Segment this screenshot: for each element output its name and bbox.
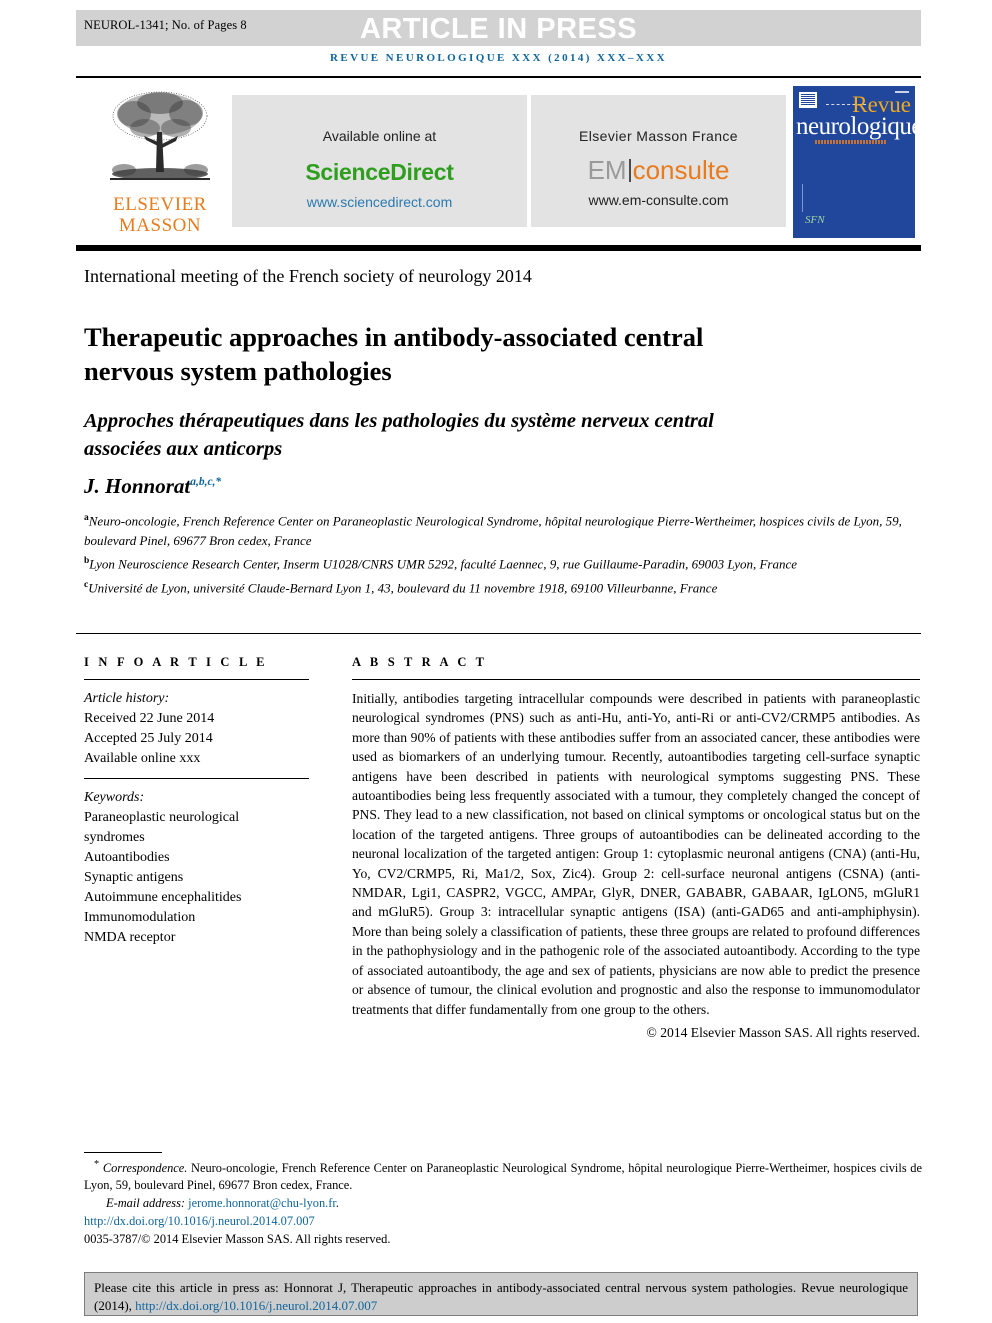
page-title-french: Approches thérapeutiques dans les pathol…: [84, 410, 714, 460]
author-affiliation-marks: a,b,c,*: [190, 476, 222, 488]
email-address-link[interactable]: jerome.honnorat@chu-lyon.fr: [188, 1196, 336, 1210]
abstract-copyright: © 2014 Elsevier Masson SAS. All rights r…: [646, 1024, 921, 1040]
affiliation-item: aNeuro-oncologie, French Reference Cente…: [84, 508, 924, 551]
correspondence-mark: *: [94, 1159, 100, 1170]
em-consulte-box: Elsevier Masson France EM consulte www.em…: [531, 95, 786, 227]
sciencedirect-wordmark: ScienceDirect: [305, 159, 454, 185]
elsevier-tree-icon: [110, 91, 210, 180]
abstract-heading-rule: [352, 679, 920, 680]
sciencedirect-box: Available online at ScienceDirect www.sc…: [232, 95, 527, 227]
article-in-press-title: ARTICLE IN PRESS: [359, 13, 638, 45]
article-info-column: I N F O A R T I C L E Article history: R…: [84, 655, 309, 948]
affiliation-item: bLyon Neuroscience Research Center, Inse…: [84, 551, 924, 574]
correspondence-address: Neuro-oncologie, French Reference Center…: [84, 1161, 922, 1193]
abstract-heading: A B S T R A C T: [352, 655, 488, 669]
issn-copyright-line: 0035-3787/© 2014 Elsevier Masson SAS. Al…: [84, 1232, 391, 1247]
keywords-label: Keywords:: [84, 790, 145, 805]
affiliation-text: Université de Lyon, université Claude-Be…: [88, 579, 718, 595]
cite-this-article-box: Please cite this article in press as: Ho…: [84, 1272, 918, 1316]
em-logo-em-text: EM: [587, 155, 627, 185]
info-article-heading: I N F O A R T I C L E: [84, 655, 268, 669]
affiliation-text: Lyon Neuroscience Research Center, Inser…: [89, 556, 798, 572]
em-logo-divider: [628, 159, 631, 182]
em-logo-consulte-text: consulte: [632, 155, 730, 185]
sciencedirect-url-link[interactable]: www.sciencedirect.com: [232, 194, 527, 210]
header-rule-bottom: [76, 245, 921, 251]
keyword-item: Autoimmune encephalitides: [84, 890, 242, 905]
meeting-subtitle: International meeting of the French soci…: [84, 266, 532, 286]
elsevier-wordmark: ELSEVIER: [113, 194, 207, 215]
affiliations-list: aNeuro-oncologie, French Reference Cente…: [84, 508, 924, 598]
history-received: Received 22 June 2014: [84, 711, 215, 726]
header-rule-top: [76, 76, 921, 78]
email-note: E-mail address: jerome.honnorat@chu-lyon…: [106, 1196, 339, 1211]
info-heading-rule: [84, 679, 309, 680]
history-available-online: Available online xxx: [84, 751, 201, 766]
em-consulte-url-link[interactable]: www.em-consulte.com: [531, 192, 786, 208]
doi-link[interactable]: http://dx.doi.org/10.1016/j.neurol.2014.…: [84, 1213, 922, 1230]
affiliation-item: cUniversité de Lyon, université Claude-B…: [84, 575, 924, 598]
footnote-block: * Correspondence. Neuro-oncologie, Frenc…: [84, 1156, 922, 1248]
article-in-press-banner: NEUROL-1341; No. of Pages 8 ARTICLE IN P…: [76, 10, 921, 46]
history-accepted: Accepted 25 July 2014: [84, 731, 213, 746]
keyword-item: Synaptic antigens: [84, 870, 184, 885]
abstract-column: A B S T R A C T Initially, antibodies ta…: [352, 655, 920, 1041]
keyword-item: Paraneoplastic neurological: [84, 810, 240, 825]
available-online-label: Available online at: [322, 128, 437, 144]
page-title: Therapeutic approaches in antibody-assoc…: [84, 321, 704, 386]
affiliation-text: Neuro-oncologie, French Reference Center…: [84, 513, 902, 549]
history-keywords-rule: [84, 778, 309, 779]
keyword-item: Immunomodulation: [84, 910, 196, 925]
journal-cover-thumbnail: Revue neurologique SFN: [793, 86, 915, 238]
section-divider-rule: [76, 633, 921, 634]
cover-title-neurologique: neurologique: [796, 113, 915, 140]
cover-spine-line: [802, 184, 803, 212]
keyword-item: syndromes: [84, 830, 145, 845]
elsevier-masson-france-label: Elsevier Masson France: [579, 128, 738, 144]
abstract-text: Initially, antibodies targeting intracel…: [352, 691, 920, 1017]
cover-subtitle-band: [815, 140, 887, 144]
keyword-item: NMDA receptor: [84, 930, 176, 945]
elsevier-masson-logo: ELSEVIER MASSON: [100, 86, 220, 238]
article-history-label: Article history:: [84, 691, 170, 706]
masthead: ELSEVIER MASSON Available online at Scie…: [76, 84, 921, 240]
author-name-text: J. Honnorat: [84, 474, 191, 498]
keyword-item: Autoantibodies: [84, 850, 170, 865]
journal-citation-line: REVUE NEUROLOGIQUE XXX (2014) XXX–XXX: [330, 52, 667, 64]
correspondence-label: Correspondence.: [102, 1161, 188, 1176]
cover-society-mark-icon: SFN: [805, 214, 825, 226]
cite-this-article-text: Please cite this article in press as: Ho…: [85, 1273, 917, 1315]
em-consulte-logo: EM consulte: [531, 156, 786, 184]
cover-badge-lines-icon: [801, 94, 815, 106]
masson-wordmark: MASSON: [118, 215, 202, 236]
email-address-label: E-mail address:: [106, 1196, 186, 1211]
footnote-rule: [84, 1152, 162, 1153]
cite-doi-link[interactable]: http://dx.doi.org/10.1016/j.neurol.2014.…: [135, 1298, 377, 1313]
correspondence-note: * Correspondence. Neuro-oncologie, Frenc…: [84, 1156, 922, 1194]
author-name: J. Honnorata,b,c,*: [84, 474, 221, 499]
